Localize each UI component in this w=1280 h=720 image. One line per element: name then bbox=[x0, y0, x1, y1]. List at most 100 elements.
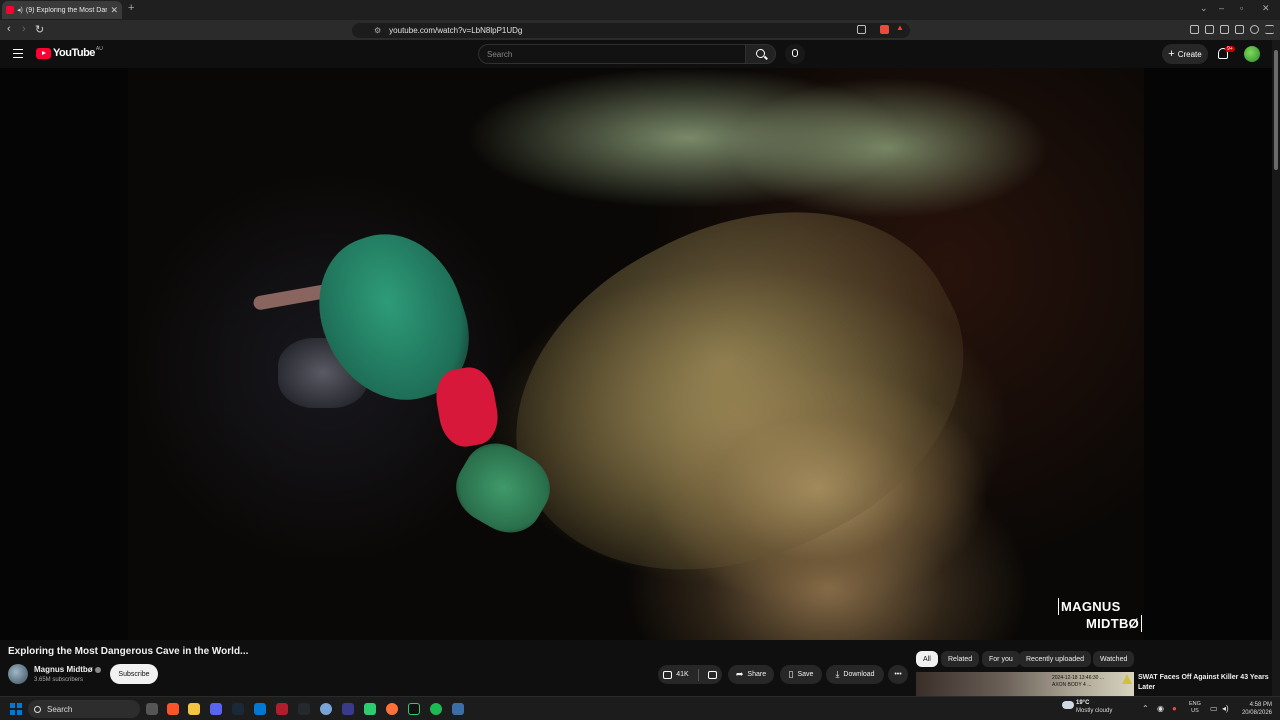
wallet-icon[interactable] bbox=[1220, 25, 1229, 34]
country-code: AU bbox=[95, 46, 103, 52]
more-actions-icon: ••• bbox=[894, 671, 902, 678]
minimize-button[interactable]: – bbox=[1219, 3, 1224, 13]
chip-recently-uploaded[interactable]: Recently uploaded bbox=[1019, 651, 1091, 667]
app-green-icon[interactable] bbox=[364, 703, 376, 715]
browser-menu-icon[interactable] bbox=[1265, 25, 1274, 34]
scrollbar-thumb[interactable] bbox=[1274, 50, 1278, 170]
thumbnail-timestamp: 2024-12-18 13:46:30 ... bbox=[1052, 675, 1104, 681]
share-button[interactable]: ➦ Share bbox=[728, 665, 774, 684]
reload-button[interactable]: ↻ bbox=[35, 23, 44, 36]
more-actions-button[interactable]: ••• bbox=[888, 665, 908, 684]
chip-related[interactable]: Related bbox=[941, 651, 980, 667]
recommended-video-title[interactable]: SWAT Faces Off Against Killer 43 Years L… bbox=[1138, 673, 1270, 693]
thumbnail-caption: AXON BODY 4 ... bbox=[1052, 682, 1092, 688]
channel-name-text: Magnus Midtbø bbox=[34, 665, 93, 674]
watermark-line-2: MIDTBØ bbox=[1058, 615, 1143, 632]
subscribe-button[interactable]: Subscribe bbox=[110, 664, 158, 684]
chip-watched[interactable]: Watched bbox=[1093, 651, 1135, 667]
voice-search-button[interactable] bbox=[785, 44, 805, 64]
subscriber-count: 3.65M subscribers bbox=[34, 677, 84, 683]
app-purple-icon[interactable] bbox=[342, 703, 354, 715]
notifications-badge: 9+ bbox=[1225, 46, 1235, 52]
new-tab-button[interactable]: + bbox=[128, 2, 134, 14]
channel-name[interactable]: Magnus Midtbø bbox=[34, 665, 101, 674]
tray-app-icon[interactable]: ◉ bbox=[1157, 704, 1164, 713]
browser-tab-strip: ◂) (9) Exploring the Most Dange ✕ + ⌄ – … bbox=[0, 0, 1280, 20]
video-player[interactable]: MAGNUS MIDTBØ bbox=[0, 68, 1280, 640]
clock-time: 4:58 PM bbox=[1249, 702, 1272, 708]
weather-description: Mostly cloudy bbox=[1076, 708, 1113, 714]
close-tab-icon[interactable]: ✕ bbox=[110, 5, 118, 16]
network-icon[interactable]: ▭ bbox=[1210, 704, 1218, 713]
spotify-icon[interactable] bbox=[430, 703, 442, 715]
vpn-icon[interactable] bbox=[1250, 25, 1259, 34]
app-blue-icon[interactable] bbox=[452, 703, 464, 715]
tray-overflow-icon[interactable]: ⌃ bbox=[1142, 704, 1149, 713]
input-language[interactable]: ENG US bbox=[1189, 701, 1201, 715]
dislike-icon[interactable] bbox=[707, 670, 717, 679]
terminal-icon[interactable] bbox=[408, 703, 420, 715]
address-bar[interactable]: ⚙ youtube.com/watch?v=LbN8lpP1UDg bbox=[352, 23, 910, 38]
tab-title: (9) Exploring the Most Dange bbox=[25, 6, 108, 14]
taskbar-search[interactable]: Search bbox=[28, 700, 140, 718]
recommended-video-thumbnail[interactable]: 2024-12-18 13:46:30 ... AXON BODY 4 ... bbox=[916, 672, 1134, 698]
firefox-icon[interactable] bbox=[386, 703, 398, 715]
youtube-logo[interactable]: YouTube AU bbox=[36, 46, 103, 59]
youtube-logo-text: YouTube bbox=[53, 47, 95, 59]
chip-all[interactable]: All bbox=[916, 651, 938, 667]
video-frame[interactable]: MAGNUS MIDTBØ bbox=[128, 68, 1144, 640]
account-avatar[interactable] bbox=[1244, 46, 1260, 62]
verified-icon bbox=[94, 666, 101, 673]
like-count[interactable]: 41K bbox=[676, 671, 688, 678]
download-button[interactable]: ⤓ Download bbox=[826, 665, 884, 684]
tray-mic-icon[interactable]: ● bbox=[1172, 704, 1177, 713]
like-dislike-group: 41K bbox=[658, 665, 722, 684]
save-button[interactable]: ▯ Save bbox=[780, 665, 822, 684]
climber-red-gear bbox=[431, 363, 503, 451]
task-view-icon[interactable] bbox=[146, 703, 158, 715]
cave-rock bbox=[457, 139, 1019, 640]
save-label: Save bbox=[797, 671, 814, 678]
channel-avatar[interactable] bbox=[8, 664, 28, 684]
bookmark-save-icon: ▯ bbox=[788, 669, 794, 679]
like-icon[interactable] bbox=[663, 670, 673, 679]
back-button[interactable]: ‹ bbox=[7, 23, 11, 35]
tab-search-icon[interactable]: ⌄ bbox=[1200, 3, 1208, 14]
language-code: ENG bbox=[1189, 701, 1201, 707]
close-window-button[interactable]: ✕ bbox=[1262, 3, 1270, 14]
hamburger-menu-icon[interactable] bbox=[13, 49, 23, 58]
file-explorer-icon[interactable] bbox=[188, 703, 200, 715]
media-icon[interactable] bbox=[1190, 25, 1199, 34]
github-icon[interactable] bbox=[298, 703, 310, 715]
chip-for-you[interactable]: For you bbox=[982, 651, 1020, 667]
sidebar-icon[interactable] bbox=[1205, 25, 1214, 34]
discord-icon[interactable] bbox=[210, 703, 222, 715]
vscode-icon[interactable] bbox=[254, 703, 266, 715]
channel-watermark: MAGNUS MIDTBØ bbox=[1058, 598, 1143, 632]
system-clock[interactable]: 4:58 PM 20/08/2026 bbox=[1238, 701, 1272, 717]
site-info-icon[interactable]: ⚙ bbox=[374, 26, 381, 35]
browser-tab[interactable]: ◂) (9) Exploring the Most Dange ✕ bbox=[2, 1, 122, 19]
share-icon: ➦ bbox=[735, 669, 744, 679]
rewards-icon[interactable]: ▲ bbox=[896, 23, 905, 32]
video-title: Exploring the Most Dangerous Cave in the… bbox=[8, 646, 249, 657]
cast-icon[interactable] bbox=[857, 25, 866, 34]
windows-start-icon[interactable] bbox=[10, 703, 22, 715]
download-icon: ⤓ bbox=[835, 669, 840, 679]
maximize-button[interactable]: ▫ bbox=[1240, 3, 1243, 13]
youtube-header: YouTube AU Search + Create 9+ bbox=[0, 40, 1280, 68]
search-input[interactable]: Search bbox=[478, 44, 746, 64]
search-button[interactable] bbox=[746, 44, 776, 64]
audio-playing-icon[interactable]: ◂) bbox=[17, 6, 23, 14]
weather-cloud-icon[interactable] bbox=[1062, 701, 1074, 709]
app-globe-icon[interactable] bbox=[320, 703, 332, 715]
search-icon bbox=[34, 705, 41, 713]
brave-shields-icon[interactable] bbox=[880, 25, 889, 34]
steam-icon[interactable] bbox=[232, 703, 244, 715]
extensions-icon[interactable] bbox=[1235, 25, 1244, 34]
forward-button[interactable]: › bbox=[22, 23, 26, 35]
volume-icon[interactable]: ◂) bbox=[1222, 704, 1229, 713]
create-button[interactable]: + Create bbox=[1162, 44, 1208, 64]
brave-browser-icon[interactable] bbox=[167, 703, 179, 715]
app-red-icon[interactable] bbox=[276, 703, 288, 715]
